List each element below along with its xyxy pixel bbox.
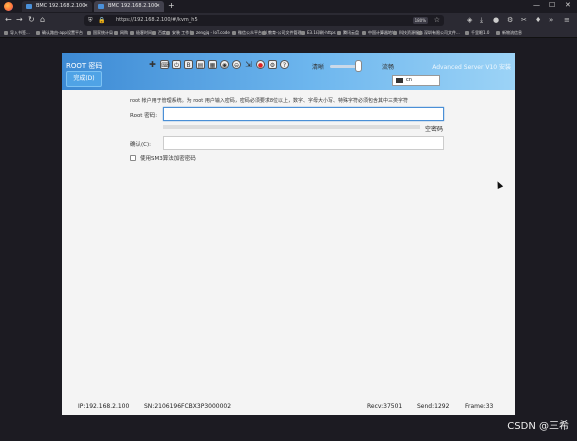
bookmark-item[interactable]: 千里眼1.0 xyxy=(465,28,489,37)
bookmarks-bar: 导入书签... 确认路由-app设置平台 国家统计局 网购 极客时间 百度 安装… xyxy=(0,28,577,38)
bookmark-item[interactable]: 确认路由-app设置平台 xyxy=(36,28,83,37)
password-hint: root 帐户用于管理系统。为 root 用户输入密码，密码必须要求8位以上，数… xyxy=(130,98,409,104)
tab-close-icon[interactable]: ✕ xyxy=(156,1,160,12)
zoom-level[interactable]: 180% xyxy=(412,17,428,24)
url-bar[interactable]: ⛨ 🔒 https://192.168.2.100/#/kvm_h5 180% … xyxy=(84,15,444,26)
password-strength-bar xyxy=(163,125,420,129)
bookmark-item[interactable]: 导入书签... xyxy=(4,28,30,37)
root-password-label: Root 密码: xyxy=(130,113,158,119)
tab-close-icon[interactable]: ✕ xyxy=(84,1,88,12)
boot-icon[interactable]: ▤ xyxy=(196,60,205,69)
power-icon[interactable]: ⏻ xyxy=(172,60,181,69)
done-button[interactable]: 完成(D) xyxy=(66,71,102,87)
tab-label: BMC 192.168.2.100 xyxy=(108,3,158,9)
extensions-icon[interactable]: » xyxy=(549,16,553,24)
slider-label-left: 清晰 xyxy=(312,64,325,71)
keyboard-icon xyxy=(396,78,403,83)
installer-banner: ROOT 密码 完成(D) ✚ ⌨ ⏻ B ▤ ▦ ◉ ⊖ ⇲ ● ⚙ ? 清晰… xyxy=(62,53,515,90)
kvm-console[interactable]: ROOT 密码 完成(D) ✚ ⌨ ⏻ B ▤ ▦ ◉ ⊖ ⇲ ● ⚙ ? 清晰… xyxy=(62,53,515,415)
keyboard-layout-select[interactable]: cn xyxy=(392,75,440,86)
shield-icon[interactable]: ⛨ xyxy=(88,15,93,26)
bookmark-item[interactable]: 新物流信息 xyxy=(496,28,522,37)
browser-tab-1[interactable]: BMC 192.168.2.100 ✕ xyxy=(22,1,92,12)
kvm-status-bar: IP:192.168.2.100 SN:2106196FCBX3P3000002… xyxy=(62,403,515,415)
download-icon[interactable]: ⤓ xyxy=(480,16,483,25)
reload-icon[interactable]: ↻ xyxy=(28,15,35,24)
new-tab-button[interactable]: + xyxy=(168,1,175,10)
status-send: Send:1292 xyxy=(417,403,450,410)
bookmark-item[interactable]: 腾讯云盘 xyxy=(337,28,359,37)
sm3-checkbox-label[interactable]: 使用SM3算法加密密码 xyxy=(140,154,196,162)
shield-icon[interactable]: ◈ xyxy=(467,16,472,24)
extension-icon[interactable]: ⚙ xyxy=(507,16,513,24)
status-ip: IP:192.168.2.100 xyxy=(78,403,130,410)
status-sn: SN:2106196FCBX3P3000002 xyxy=(144,403,232,410)
browser-tab-bar: BMC 192.168.2.100 ✕ BMC 192.168.2.100 ✕ … xyxy=(0,0,577,13)
firefox-logo-icon xyxy=(4,2,13,11)
cursor-icon[interactable]: ⇲ xyxy=(244,60,253,69)
root-password-input[interactable] xyxy=(163,107,444,121)
bookmark-item[interactable]: 极客时间 xyxy=(130,28,152,37)
help-icon[interactable]: ? xyxy=(280,60,289,69)
lock-icon[interactable]: 🔒 xyxy=(98,15,105,26)
mouse-cursor-icon xyxy=(494,180,504,189)
mount-icon[interactable]: ◉ xyxy=(220,60,229,69)
bookmark-star-icon[interactable]: ☆ xyxy=(434,15,440,26)
password-strength-label: 空密码 xyxy=(425,126,444,133)
tab-label: BMC 192.168.2.100 xyxy=(36,3,86,9)
watermark: CSDN @三希 xyxy=(507,421,569,432)
os-name: Advanced Server V10 安装 xyxy=(432,64,511,71)
sm3-checkbox[interactable] xyxy=(130,155,136,161)
home-icon[interactable]: ⌂ xyxy=(40,15,45,24)
confirm-password-label: 确认(C): xyxy=(130,142,151,148)
status-recv: Recv:37501 xyxy=(367,403,403,410)
bookmark-item[interactable]: 教育-公司文件管理 xyxy=(262,28,301,37)
b-icon[interactable]: B xyxy=(184,60,193,69)
tab-favicon-icon xyxy=(98,4,104,9)
bookmark-item[interactable]: 深圳有限公司文件... xyxy=(418,28,460,37)
tab-favicon-icon xyxy=(26,4,32,9)
record-icon[interactable]: ● xyxy=(256,60,265,69)
screenshot-icon[interactable]: ✂ xyxy=(521,16,527,24)
status-frame: Frame:33 xyxy=(465,403,494,410)
browser-tab-2[interactable]: BMC 192.168.2.100 ✕ xyxy=(94,1,164,12)
keyboard-icon[interactable]: ⌨ xyxy=(160,60,170,69)
account-icon[interactable]: ● xyxy=(493,16,499,24)
forward-icon[interactable]: → xyxy=(16,15,23,24)
minimize-icon[interactable]: — xyxy=(533,1,540,9)
stop-icon[interactable]: ⊖ xyxy=(232,60,241,69)
settings-icon[interactable]: ⚙ xyxy=(268,60,277,69)
url-text[interactable]: https://192.168.2.100/#/kvm_h5 xyxy=(116,15,198,26)
menu-icon[interactable]: ≡ xyxy=(564,16,570,24)
pin-icon[interactable]: ✚ xyxy=(148,60,157,69)
bookmark-item[interactable]: 网购 xyxy=(114,28,128,37)
bookmark-item[interactable]: 国家统计局 xyxy=(87,28,113,37)
slider-label-right: 流畅 xyxy=(382,64,395,71)
page-title: ROOT 密码 xyxy=(66,62,103,70)
confirm-password-input[interactable] xyxy=(163,136,444,150)
addon-icon[interactable]: ♦ xyxy=(535,16,541,24)
bookmark-item[interactable]: E3.1印刷-https xyxy=(301,28,336,37)
maximize-icon[interactable]: ☐ xyxy=(549,1,555,9)
bookmark-item[interactable]: 百度 xyxy=(152,28,166,37)
bookmark-item[interactable]: zengjq - IoT.code xyxy=(190,28,230,37)
window-close-icon[interactable]: ✕ xyxy=(565,1,571,9)
display-icon[interactable]: ▦ xyxy=(208,60,217,69)
bookmark-item[interactable]: 中国计算器地址 xyxy=(362,28,396,37)
keyboard-layout-value: cn xyxy=(406,77,412,83)
browser-nav-bar: ← → ↻ ⌂ ⛨ 🔒 https://192.168.2.100/#/kvm_… xyxy=(0,13,577,28)
back-icon[interactable]: ← xyxy=(5,15,12,24)
quality-slider-knob[interactable] xyxy=(355,60,362,72)
